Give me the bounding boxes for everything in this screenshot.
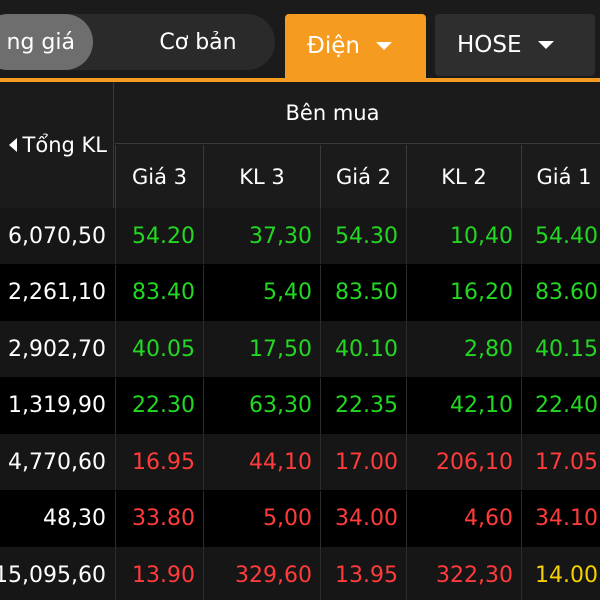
chevron-down-icon (375, 42, 392, 50)
cell-bid-volume-2[interactable]: 4,60 (406, 490, 521, 547)
cell-total-volume: 1,319,90 (8, 393, 106, 418)
cell-bid-volume-2[interactable]: 16,20 (406, 264, 521, 321)
cell-bid-volume-3[interactable]: 37,30 (203, 208, 320, 264)
exchange-dropdown-label: HOSE (457, 32, 522, 58)
table-row[interactable]: 48,30 33.80 5,00 34.00 4,60 34.10 (0, 490, 600, 547)
cell-total-volume: 6,070,50 (8, 223, 106, 249)
cell-bid-volume-3[interactable]: 329,60 (203, 547, 320, 600)
cell-bid-price-3[interactable]: 33.80 (115, 490, 203, 547)
column-header-label: Tổng KL (22, 133, 107, 157)
cell-bid-price-2[interactable]: 40.10 (320, 321, 406, 377)
exchange-dropdown[interactable]: HOSE (435, 14, 595, 76)
cell-bid-volume-2[interactable]: 10,40 (406, 208, 521, 264)
column-header-bid-price-3[interactable]: Giá 3 (115, 145, 203, 208)
column-group-buy-side: Bên mua (115, 82, 600, 144)
cell-bid-price-2[interactable]: 54.30 (320, 208, 406, 264)
table-row[interactable]: 2,261,10 83.40 5,40 83.50 16,20 83.60 (0, 264, 600, 321)
table-row[interactable]: 4,770,60 16.95 44,10 17.00 206,10 17.05 (0, 434, 600, 490)
table-row[interactable]: 2,902,70 40.05 17,50 40.10 2,80 40.15 (0, 321, 600, 377)
cell-bid-price-2[interactable]: 17.00 (320, 434, 406, 490)
cell-bid-volume-2[interactable]: 42,10 (406, 377, 521, 434)
cell-bid-price-3[interactable]: 83.40 (115, 264, 203, 321)
tab-price-board[interactable]: ng giá (0, 14, 93, 70)
cell-bid-price-2[interactable]: 13.95 (320, 547, 406, 600)
cell-total-volume: 4,770,60 (8, 449, 106, 475)
cell-bid-price-3[interactable]: 13.90 (115, 547, 203, 600)
cell-bid-price-3[interactable]: 22.30 (115, 377, 203, 434)
cell-bid-volume-3[interactable]: 5,00 (203, 490, 320, 547)
column-header-bid-price-2[interactable]: Giá 2 (320, 145, 406, 208)
cell-bid-price-1[interactable]: 40.15 (521, 321, 600, 377)
sector-dropdown-label: Điện (307, 33, 360, 59)
column-header-bid-volume-2[interactable]: KL 2 (406, 145, 521, 208)
sector-dropdown[interactable]: Điện (285, 14, 426, 78)
sort-left-icon (8, 138, 17, 152)
cell-bid-price-1[interactable]: 17.05 (521, 434, 600, 490)
cell-bid-price-2[interactable]: 22.35 (320, 377, 406, 434)
cell-bid-volume-2[interactable]: 2,80 (406, 321, 521, 377)
cell-bid-price-3[interactable]: 16.95 (115, 434, 203, 490)
cell-bid-price-1[interactable]: 22.40 (521, 377, 600, 434)
cell-bid-price-1[interactable]: 83.60 (521, 264, 600, 321)
cell-bid-price-1[interactable]: 34.10 (521, 490, 600, 547)
cell-bid-price-3[interactable]: 40.05 (115, 321, 203, 377)
cell-bid-price-1[interactable]: 14.00 (521, 547, 600, 600)
table-row[interactable]: 6,070,50 54.20 37,30 54.30 10,40 54.40 (0, 208, 600, 264)
column-header-bid-price-1[interactable]: Giá 1 (521, 145, 600, 208)
cell-bid-price-2[interactable]: 34.00 (320, 490, 406, 547)
cell-bid-volume-3[interactable]: 44,10 (203, 434, 320, 490)
cell-total-volume: 15,095,60 (0, 562, 106, 588)
cell-bid-volume-2[interactable]: 206,10 (406, 434, 521, 490)
cell-bid-price-1[interactable]: 54.40 (521, 208, 600, 264)
cell-bid-volume-2[interactable]: 322,30 (406, 547, 521, 600)
top-bar: ng giá Cơ bản Điện HOSE (0, 0, 600, 82)
table-row[interactable]: 1,319,90 22.30 63,30 22.35 42,10 22.40 (0, 377, 600, 434)
chevron-down-icon (537, 41, 554, 49)
table-row[interactable]: 15,095,60 13.90 329,60 13.95 322,30 14.00 (0, 547, 600, 600)
cell-bid-volume-3[interactable]: 63,30 (203, 377, 320, 434)
cell-total-volume: 2,902,70 (8, 336, 106, 362)
cell-total-volume: 48,30 (43, 506, 106, 531)
cell-bid-price-2[interactable]: 83.50 (320, 264, 406, 321)
cell-bid-volume-3[interactable]: 5,40 (203, 264, 320, 321)
cell-total-volume: 2,261,10 (8, 280, 106, 305)
cell-bid-price-3[interactable]: 54.20 (115, 208, 203, 264)
table-header: Tổng KL Bên mua Giá 3 KL 3 Giá 2 KL 2 Giá 1 (0, 82, 600, 208)
cell-bid-volume-3[interactable]: 17,50 (203, 321, 320, 377)
tab-basic[interactable]: Cơ bản (128, 14, 268, 70)
column-header-total-volume[interactable]: Tổng KL (0, 82, 114, 208)
column-header-bid-volume-3[interactable]: KL 3 (203, 145, 320, 208)
